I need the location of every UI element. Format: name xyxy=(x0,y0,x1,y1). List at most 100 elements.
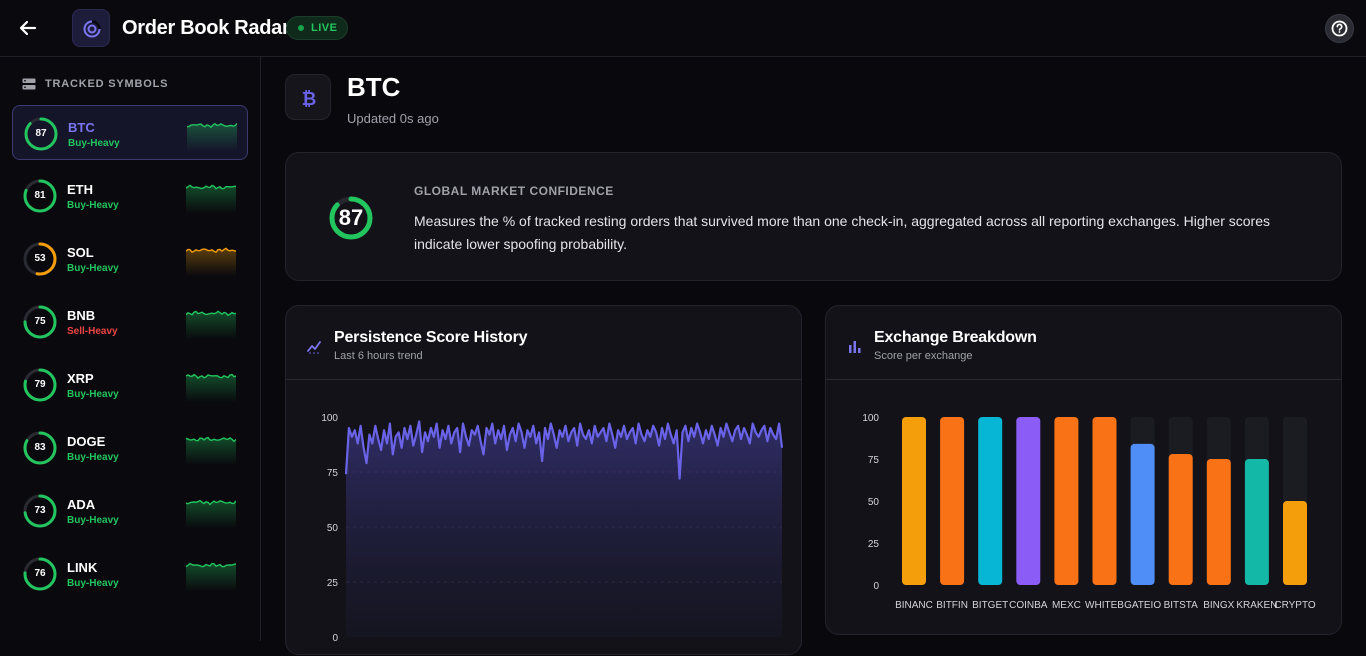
bar-bitget[interactable] xyxy=(978,417,1003,585)
sparkline xyxy=(186,247,236,276)
score-value: 87 xyxy=(35,128,47,139)
x-tick-label: GATEIO xyxy=(1124,600,1161,611)
symbol-tag: Buy-Heavy xyxy=(67,515,119,526)
app-title: Order Book Radar xyxy=(122,17,290,39)
server-icon xyxy=(22,78,36,90)
radar-icon xyxy=(83,20,101,38)
bar-whiteb[interactable] xyxy=(1092,417,1117,585)
symbol-tag: Sell-Heavy xyxy=(67,326,118,337)
exchange-title: Exchange Breakdown xyxy=(874,329,1037,346)
x-tick-label: COINBA xyxy=(1009,600,1048,611)
symbol-item-eth[interactable]: 81 ETH Buy-Heavy xyxy=(12,168,248,223)
symbol-tag: Buy-Heavy xyxy=(67,200,119,211)
y-tick-label: 75 xyxy=(327,468,339,479)
score-ring: 87 xyxy=(24,117,58,151)
symbol-name: DOGE xyxy=(67,434,106,449)
score-value: 81 xyxy=(34,190,46,201)
symbol-name: ETH xyxy=(67,182,93,197)
y-tick-label: 0 xyxy=(332,633,338,644)
area-fill xyxy=(346,421,782,637)
symbol-name: LINK xyxy=(67,560,98,575)
sidebar: TRACKED SYMBOLS 87 BTC Buy-Heavy 81 ETH Buy-H… xyxy=(0,57,261,641)
symbol-name: XRP xyxy=(67,371,94,386)
help-button[interactable] xyxy=(1325,14,1354,43)
symbol-tag: Buy-Heavy xyxy=(67,389,119,400)
symbol-name: ADA xyxy=(67,497,96,512)
symbol-item-xrp[interactable]: 79 XRP Buy-Heavy xyxy=(12,357,248,412)
symbol-tag: Buy-Heavy xyxy=(67,263,119,274)
history-title: Persistence Score History xyxy=(334,329,528,346)
score-ring: 75 xyxy=(23,305,57,339)
symbol-item-btc[interactable]: 87 BTC Buy-Heavy xyxy=(12,105,248,160)
svg-text:₿: ₿ xyxy=(302,89,317,110)
score-ring: 53 xyxy=(23,242,57,276)
back-arrow-icon[interactable] xyxy=(16,16,40,40)
confidence-score: 87 xyxy=(338,205,364,230)
x-tick-label: BITFIN xyxy=(936,600,968,611)
app-logo xyxy=(72,9,110,47)
confidence-card: 87 GLOBAL MARKET CONFIDENCE Measures the… xyxy=(285,152,1342,281)
sparkline xyxy=(186,562,236,591)
history-card: Persistence Score History Last 6 hours t… xyxy=(285,305,802,655)
bar-binanc[interactable] xyxy=(902,417,926,585)
symbol-item-ada[interactable]: 73 ADA Buy-Heavy xyxy=(12,483,248,538)
confidence-label: GLOBAL MARKET CONFIDENCE xyxy=(414,184,614,198)
bar-mexc[interactable] xyxy=(1054,417,1079,585)
score-value: 83 xyxy=(34,442,46,453)
bar-coinba[interactable] xyxy=(1016,417,1041,585)
symbol-item-link[interactable]: 76 LINK Buy-Heavy xyxy=(12,546,248,601)
coin-icon-box: ₿ xyxy=(285,74,331,120)
x-tick-label: BINANC xyxy=(895,600,933,611)
bar-crypto[interactable] xyxy=(1283,501,1307,585)
x-tick-label: BITSTA xyxy=(1164,600,1199,611)
sparkline xyxy=(187,122,237,151)
sidebar-heading: TRACKED SYMBOLS xyxy=(22,78,168,90)
help-icon xyxy=(1331,20,1348,37)
score-ring: 73 xyxy=(23,494,57,528)
coin-title: BTC xyxy=(347,72,401,102)
bar-chart-icon xyxy=(849,341,861,353)
sparkline xyxy=(186,310,236,339)
history-card-header: Persistence Score History Last 6 hours t… xyxy=(286,306,801,380)
score-ring: 81 xyxy=(23,179,57,213)
exchange-card-header: Exchange Breakdown Score per exchange xyxy=(826,306,1341,380)
bar-kraken[interactable] xyxy=(1244,459,1269,585)
app-header: Order Book Radar LIVE xyxy=(0,0,1366,57)
score-value: 53 xyxy=(34,253,46,264)
y-tick-label: 100 xyxy=(321,413,338,424)
live-badge: LIVE xyxy=(286,16,349,40)
exchange-card: Exchange Breakdown Score per exchange 0 2… xyxy=(825,305,1342,635)
score-value: 79 xyxy=(34,379,46,390)
score-ring: 76 xyxy=(23,557,57,591)
symbol-item-doge[interactable]: 83 DOGE Buy-Heavy xyxy=(12,420,248,475)
exchange-subtitle: Score per exchange xyxy=(874,350,973,362)
sidebar-heading-label: TRACKED SYMBOLS xyxy=(45,78,169,90)
history-subtitle: Last 6 hours trend xyxy=(334,350,423,362)
y-tick-label: 25 xyxy=(868,539,880,550)
bar-bitsta[interactable] xyxy=(1168,453,1193,585)
y-tick-label: 75 xyxy=(868,455,880,466)
sparkline xyxy=(186,184,236,213)
sparkline xyxy=(186,499,236,528)
x-tick-label: CRYPTO xyxy=(1274,600,1316,611)
y-tick-label: 50 xyxy=(327,523,339,534)
x-tick-label: WHITEB xyxy=(1085,600,1124,611)
bar-bingx[interactable] xyxy=(1206,459,1231,585)
bar-gateio[interactable] xyxy=(1130,443,1155,585)
symbol-tag: Buy-Heavy xyxy=(68,138,120,149)
score-ring: 83 xyxy=(23,431,57,465)
symbol-name: SOL xyxy=(67,245,94,260)
score-ring: 79 xyxy=(23,368,57,402)
x-tick-label: BITGET xyxy=(972,600,1008,611)
symbol-item-sol[interactable]: 53 SOL Buy-Heavy xyxy=(12,231,248,286)
x-tick-label: BINGX xyxy=(1203,600,1234,611)
symbol-name: BTC xyxy=(68,120,95,135)
score-value: 76 xyxy=(34,568,46,579)
sparkline xyxy=(186,436,236,465)
y-tick-label: 0 xyxy=(873,581,879,592)
symbol-item-bnb[interactable]: 75 BNB Sell-Heavy xyxy=(12,294,248,349)
bar-bitfin[interactable] xyxy=(940,417,965,585)
x-tick-label: MEXC xyxy=(1052,600,1081,611)
symbol-tag: Buy-Heavy xyxy=(67,452,119,463)
symbol-name: BNB xyxy=(67,308,96,323)
